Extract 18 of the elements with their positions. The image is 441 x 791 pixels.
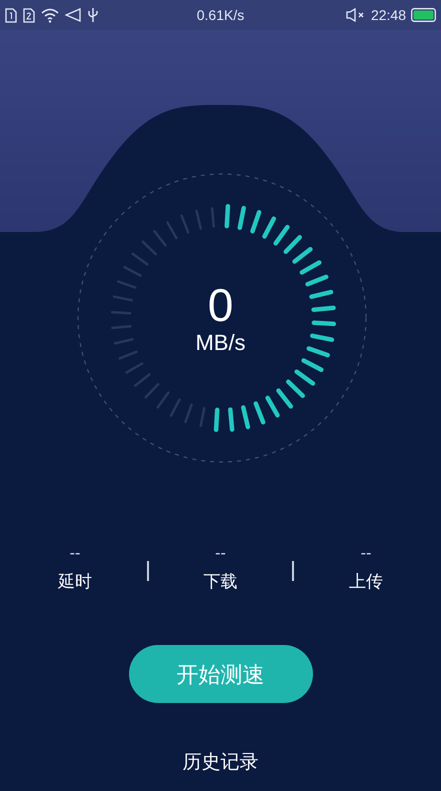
speed-value: 0 — [208, 282, 234, 328]
history-link[interactable]: 历史记录 — [182, 749, 258, 778]
stat-value: -- — [70, 545, 80, 563]
sim-card-icon — [5, 8, 17, 22]
stat-value: -- — [215, 545, 226, 563]
battery-icon — [411, 8, 436, 22]
clock-time: 22:48 — [370, 6, 406, 24]
sim-card-icon — [23, 8, 35, 22]
stat-label: 上传 — [349, 571, 383, 593]
send-icon — [65, 8, 81, 22]
stat-label: 延时 — [58, 571, 92, 593]
speed-unit: MB/s — [195, 330, 246, 356]
stat-value: -- — [360, 545, 372, 563]
wifi-icon — [41, 8, 59, 22]
network-speed: 0.61K/s — [196, 6, 244, 24]
usb-icon — [87, 7, 99, 23]
muted-speaker-icon — [346, 8, 366, 22]
stat-label: 下载 — [204, 571, 238, 593]
